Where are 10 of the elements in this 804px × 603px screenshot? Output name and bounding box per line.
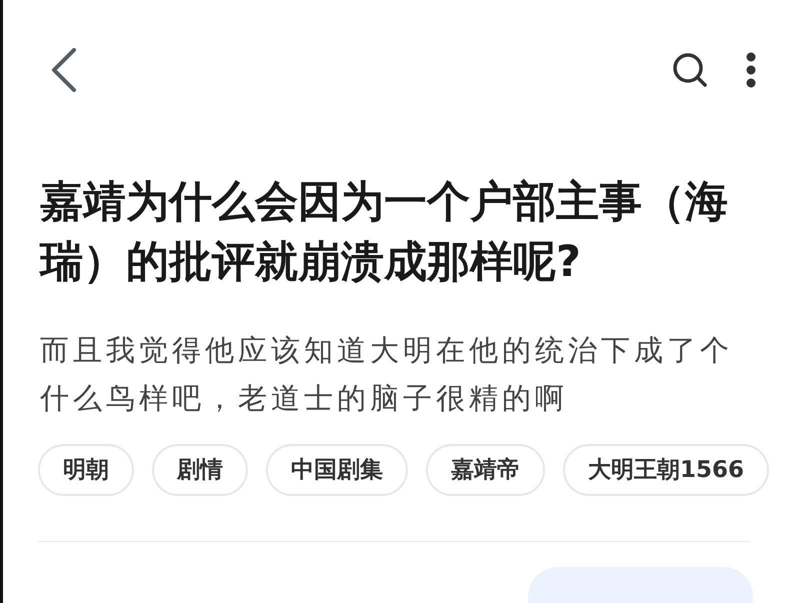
topic-tag[interactable]: 嘉靖帝 xyxy=(426,444,545,496)
topic-tag[interactable]: 明朝 xyxy=(38,444,134,496)
topic-tag[interactable]: 中国剧集 xyxy=(266,444,408,496)
search-icon[interactable] xyxy=(672,52,708,88)
more-icon[interactable] xyxy=(746,52,756,88)
question-title: 嘉靖为什么会因为一个户部主事（海瑞）的批评就崩溃成那样呢? xyxy=(40,176,729,289)
question-description: 而且我觉得他应该知道大明在他的统治下成了个什么鸟样吧，老道士的脑子很精的啊 xyxy=(40,332,734,417)
topic-tag[interactable]: 大明王朝1566 xyxy=(563,444,770,496)
topic-tag[interactable]: 剧情 xyxy=(152,444,248,496)
back-icon[interactable] xyxy=(50,48,78,92)
